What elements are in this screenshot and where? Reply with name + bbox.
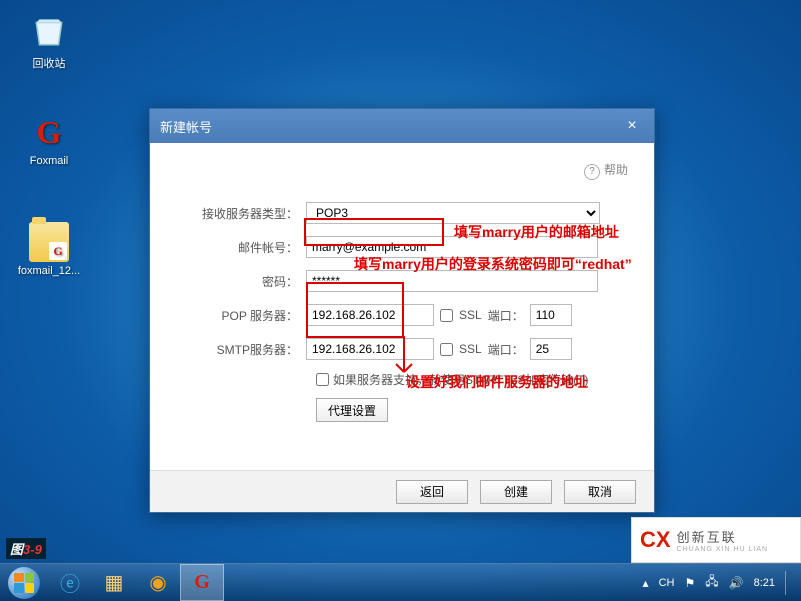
- system-tray[interactable]: ▴ CH ⚑ 🖧 🔊 8:21: [643, 571, 801, 595]
- help-link[interactable]: 帮助: [584, 161, 628, 180]
- dialog-titlebar[interactable]: 新建帐号 ×: [150, 109, 654, 143]
- port-label: 端口：: [488, 341, 524, 358]
- proxy-settings-button[interactable]: 代理设置: [316, 398, 388, 422]
- dialog-title: 新建帐号: [160, 117, 212, 136]
- taskbar-explorer[interactable]: ▦: [92, 564, 136, 601]
- desktop-icon-label: 回收站: [14, 55, 84, 71]
- new-account-dialog: 新建帐号 × 帮助 接收服务器类型： POP3 邮件帐号：: [149, 108, 655, 513]
- foxmail-icon: G: [29, 112, 69, 152]
- cancel-button[interactable]: 取消: [564, 480, 636, 504]
- desktop-icon-recycle-bin[interactable]: 回收站: [14, 12, 84, 71]
- taskbar-foxmail[interactable]: G: [180, 564, 224, 601]
- volume-icon[interactable]: 🔊: [729, 576, 744, 590]
- desktop: 回收站 G Foxmail G foxmail_12... 新建帐号 × 帮助 …: [0, 0, 801, 601]
- smtp-port-input[interactable]: [530, 338, 572, 360]
- tray-clock[interactable]: 8:21: [754, 577, 775, 589]
- label-password: 密码：: [176, 273, 306, 290]
- recycle-bin-icon: [29, 12, 69, 52]
- desktop-icon-foxmail[interactable]: G Foxmail: [14, 112, 84, 167]
- watermark: CX 创新互联 CHUANG XIN HU LIAN: [631, 517, 801, 563]
- password-input[interactable]: [306, 270, 598, 292]
- folder-icon: G: [29, 222, 69, 262]
- close-icon[interactable]: ×: [620, 117, 644, 135]
- back-button[interactable]: 返回: [396, 480, 468, 504]
- create-button[interactable]: 创建: [480, 480, 552, 504]
- pop-port-input[interactable]: [530, 304, 572, 326]
- folder-icon: ▦: [105, 570, 124, 595]
- watermark-sub: CHUANG XIN HU LIAN: [677, 546, 769, 553]
- smtp-ssl-checkbox[interactable]: [440, 343, 453, 356]
- starttls-checkbox[interactable]: [316, 373, 329, 386]
- pop-server-input[interactable]: [306, 304, 434, 326]
- desktop-icon-label: Foxmail: [14, 155, 84, 167]
- taskbar-ie[interactable]: ⓔ: [48, 564, 92, 601]
- label-smtp: SMTP服务器：: [176, 341, 306, 358]
- label-server-type: 接收服务器类型：: [176, 205, 306, 222]
- ssl-label: SSL: [459, 308, 482, 322]
- watermark-brand: 创新互联: [677, 527, 769, 546]
- starttls-label: 如果服务器支持，就使用STARTTLS加密传输(T): [333, 371, 589, 388]
- network-icon[interactable]: 🖧: [705, 572, 718, 593]
- show-desktop-button[interactable]: [785, 571, 793, 595]
- ie-icon: ⓔ: [60, 568, 80, 597]
- ssl-label: SSL: [459, 342, 482, 356]
- flag-icon[interactable]: ⚑: [684, 576, 695, 590]
- start-button[interactable]: [0, 564, 48, 601]
- server-type-select[interactable]: POP3: [306, 202, 600, 224]
- pop-ssl-checkbox[interactable]: [440, 309, 453, 322]
- media-player-icon: ◉: [149, 570, 166, 595]
- smtp-server-input[interactable]: [306, 338, 434, 360]
- desktop-icon-foxmail-folder[interactable]: G foxmail_12...: [14, 222, 84, 277]
- account-form: 接收服务器类型： POP3 邮件帐号： 密码：: [176, 201, 628, 422]
- port-label: 端口：: [488, 307, 524, 324]
- dialog-footer: 返回 创建 取消: [150, 470, 654, 512]
- label-mail-account: 邮件帐号：: [176, 239, 306, 256]
- taskbar-media-player[interactable]: ◉: [136, 564, 180, 601]
- tray-expand-icon[interactable]: ▴: [643, 576, 649, 590]
- watermark-logo-icon: CX: [640, 527, 671, 553]
- taskbar: ⓔ ▦ ◉ G ▴ CH ⚑ 🖧 🔊 8:21: [0, 563, 801, 601]
- mail-account-input[interactable]: [306, 236, 598, 258]
- tray-lang[interactable]: CH: [659, 577, 675, 589]
- desktop-icon-label: foxmail_12...: [14, 265, 84, 277]
- windows-logo-icon: [8, 567, 40, 599]
- label-pop: POP 服务器：: [176, 307, 306, 324]
- figure-number: 图3-9: [6, 538, 46, 559]
- foxmail-icon: G: [194, 571, 210, 594]
